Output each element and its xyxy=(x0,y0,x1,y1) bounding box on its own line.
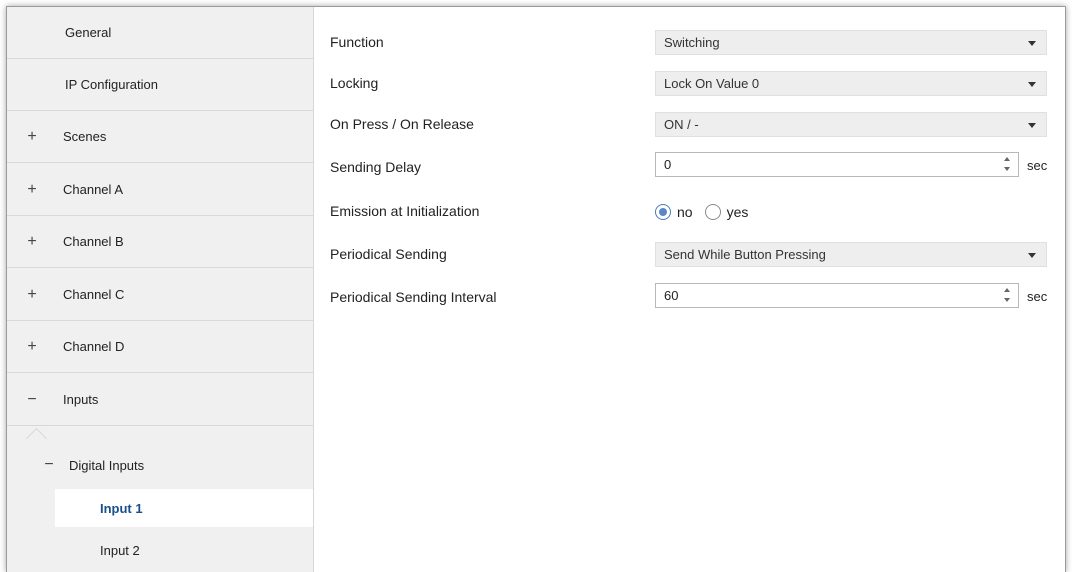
locking-select[interactable]: Lock On Value 0 xyxy=(655,71,1047,96)
sidebar-item-label: Scenes xyxy=(63,129,107,144)
param-label: Locking xyxy=(330,75,379,91)
unit-label: sec xyxy=(1027,289,1048,304)
sidebar-item-label: Channel B xyxy=(63,234,124,249)
param-label: Function xyxy=(330,34,384,50)
interval-input[interactable]: 60 xyxy=(655,283,1019,308)
select-value: Send While Button Pressing xyxy=(664,247,826,262)
param-row-press-release: On Press / On Release xyxy=(330,111,660,137)
dropdown-arrow-icon xyxy=(1028,41,1036,46)
sidebar-item-digital-inputs[interactable]: − Digital Inputs xyxy=(7,446,313,484)
param-row-function: Function xyxy=(330,29,660,55)
function-select[interactable]: Switching xyxy=(655,30,1047,55)
sidebar-item-inputs[interactable]: − Inputs xyxy=(7,374,313,426)
sidebar-item-label: Input 1 xyxy=(100,500,143,516)
sidebar-item-channel-d[interactable]: + Channel D xyxy=(7,321,313,373)
input-value: 60 xyxy=(664,288,679,303)
sidebar-item-ip-configuration[interactable]: IP Configuration xyxy=(7,59,313,111)
param-label: Emission at Initialization xyxy=(330,203,480,219)
param-label: Periodical Sending Interval xyxy=(330,289,497,305)
sidebar-item-channel-c[interactable]: + Channel C xyxy=(7,269,313,321)
sidebar-item-input-2[interactable]: Input 2 xyxy=(55,531,313,569)
select-value: ON / - xyxy=(664,117,699,132)
spin-down-icon[interactable] xyxy=(1004,298,1010,302)
sidebar-item-channel-b[interactable]: + Channel B xyxy=(7,216,313,268)
sidebar-item-label: Channel D xyxy=(63,339,125,354)
spin-up-icon[interactable] xyxy=(1004,288,1010,292)
spinner-buttons[interactable] xyxy=(1004,156,1012,174)
param-label: Periodical Sending xyxy=(330,246,447,262)
sidebar-item-label: Channel A xyxy=(63,182,123,197)
param-row-locking: Locking xyxy=(330,70,660,96)
dropdown-arrow-icon xyxy=(1028,253,1036,258)
sidebar-item-channel-a[interactable]: + Channel A xyxy=(7,164,313,216)
parameter-panel: Function Switching Locking Lock On Value… xyxy=(314,7,1065,572)
param-row-sending-delay: Sending Delay xyxy=(330,154,660,180)
collapse-icon[interactable]: − xyxy=(41,456,57,474)
expand-icon[interactable]: + xyxy=(21,338,43,356)
param-row-periodical-sending: Periodical Sending xyxy=(330,241,660,267)
param-row-interval: Periodical Sending Interval xyxy=(330,284,660,310)
radio-yes[interactable] xyxy=(704,203,721,220)
press-release-select[interactable]: ON / - xyxy=(655,112,1047,137)
spinner-buttons[interactable] xyxy=(1004,287,1012,305)
select-value: Switching xyxy=(664,35,720,50)
emission-radio-group: no yes xyxy=(655,199,760,224)
dropdown-arrow-icon xyxy=(1028,123,1036,128)
sidebar-item-general[interactable]: General xyxy=(7,7,313,59)
sidebar-item-label: Digital Inputs xyxy=(69,457,145,473)
spin-down-icon[interactable] xyxy=(1004,167,1010,171)
sidebar-item-scenes[interactable]: + Scenes xyxy=(7,111,313,163)
app-window: General IP Configuration + Scenes + Chan… xyxy=(6,6,1066,572)
unit-label: sec xyxy=(1027,158,1048,173)
param-row-emission: Emission at Initialization xyxy=(330,198,660,224)
expand-icon[interactable]: + xyxy=(21,233,43,251)
sending-delay-input[interactable]: 0 xyxy=(655,152,1019,177)
periodical-sending-select[interactable]: Send While Button Pressing xyxy=(655,242,1047,267)
param-label: Sending Delay xyxy=(330,159,422,175)
expand-icon[interactable]: + xyxy=(21,181,43,199)
sidebar-item-label: IP Configuration xyxy=(65,77,158,92)
sidebar-item-label: Inputs xyxy=(63,392,99,407)
spin-up-icon[interactable] xyxy=(1004,157,1010,161)
sidebar-item-label: Input 2 xyxy=(100,542,140,558)
input-value: 0 xyxy=(664,157,672,172)
radio-label-no[interactable]: no xyxy=(677,204,693,220)
param-label: On Press / On Release xyxy=(330,116,474,132)
select-value: Lock On Value 0 xyxy=(664,76,760,91)
sidebar-item-label: General xyxy=(65,25,112,40)
sidebar-item-input-1[interactable]: Input 1 xyxy=(55,489,313,527)
sidebar-item-label: Channel C xyxy=(63,287,125,302)
expand-icon[interactable]: + xyxy=(21,128,43,146)
radio-label-yes[interactable]: yes xyxy=(727,204,749,220)
collapse-icon[interactable]: − xyxy=(21,391,43,409)
dropdown-arrow-icon xyxy=(1028,82,1036,87)
sidebar: General IP Configuration + Scenes + Chan… xyxy=(7,7,314,572)
radio-no[interactable] xyxy=(655,203,671,220)
expand-icon[interactable]: + xyxy=(21,286,43,304)
